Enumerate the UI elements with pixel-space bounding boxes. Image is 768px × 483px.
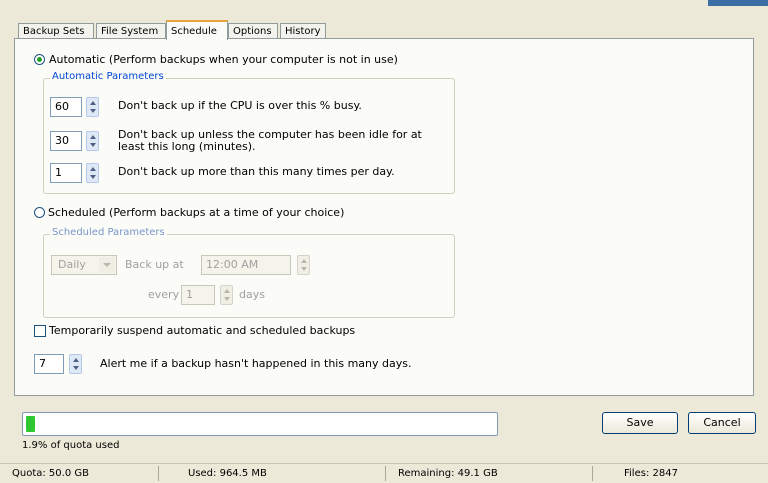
times-per-day-spin-buttons[interactable] (86, 163, 99, 183)
spin-down-icon (90, 143, 96, 147)
scheduled-parameters-title: Scheduled Parameters (50, 227, 167, 238)
spin-down-icon (224, 297, 230, 301)
backup-time-spin-buttons[interactable] (297, 255, 310, 275)
times-per-day-label: Don't back up more than this many times … (118, 165, 395, 178)
spin-up-icon (73, 358, 79, 362)
quota-progress-bar (22, 412, 498, 436)
days-label: days (239, 288, 265, 301)
status-bar: Quota: 50.0 GB Used: 964.5 MB Remaining:… (0, 463, 768, 483)
tab-schedule[interactable]: Schedule (166, 20, 228, 40)
scheduled-radio-label[interactable]: Scheduled (Perform backups at a time of … (48, 206, 344, 219)
status-divider (158, 466, 159, 481)
scheduled-radio[interactable] (34, 207, 45, 218)
spin-up-icon (90, 135, 96, 139)
frequency-select[interactable]: Daily (51, 255, 117, 275)
status-quota: Quota: 50.0 GB (12, 468, 89, 479)
suspend-backups-checkbox[interactable] (34, 325, 46, 337)
tab-file-system[interactable]: File System (96, 23, 166, 39)
every-days-spin-buttons[interactable] (220, 285, 233, 305)
automatic-radio-label[interactable]: Automatic (Perform backups when your com… (49, 53, 398, 66)
spin-up-icon (301, 259, 307, 263)
idle-minutes-spin-buttons[interactable] (86, 131, 99, 151)
status-divider (592, 466, 593, 481)
automatic-parameters-title: Automatic Parameters (50, 71, 166, 82)
spin-up-icon (90, 167, 96, 171)
alert-days-spin-buttons[interactable] (69, 354, 82, 374)
spin-down-icon (90, 109, 96, 113)
spin-down-icon (301, 267, 307, 271)
cpu-busy-label: Don't back up if the CPU is over this % … (118, 99, 362, 112)
quota-progress-fill (26, 416, 35, 432)
every-label: every (148, 288, 180, 301)
scheduled-parameters-group: Scheduled Parameters (43, 227, 455, 318)
spin-up-icon (90, 101, 96, 105)
title-bar-fragment (708, 0, 768, 6)
cpu-busy-spin-buttons[interactable] (86, 97, 99, 117)
chevron-down-icon (99, 257, 115, 273)
every-days-stepper[interactable]: 1 (181, 285, 215, 305)
spin-down-icon (90, 175, 96, 179)
status-used: Used: 964.5 MB (188, 468, 267, 479)
tab-options[interactable]: Options (228, 23, 278, 39)
window-top-strip (0, 0, 768, 14)
status-divider (385, 466, 386, 481)
schedule-panel: Automatic (Perform backups when your com… (14, 38, 754, 396)
idle-minutes-label-line2: least this long (minutes). (118, 140, 256, 153)
save-button[interactable]: Save (602, 412, 678, 434)
alert-days-stepper[interactable]: 7 (34, 354, 64, 374)
cpu-busy-stepper[interactable]: 60 (50, 97, 82, 117)
cancel-button[interactable]: Cancel (688, 412, 756, 434)
backup-time-field[interactable]: 12:00 AM (201, 255, 291, 275)
status-remaining: Remaining: 49.1 GB (398, 468, 498, 479)
alert-days-label: Alert me if a backup hasn't happened in … (100, 357, 412, 370)
suspend-backups-label[interactable]: Temporarily suspend automatic and schedu… (49, 324, 355, 337)
idle-minutes-stepper[interactable]: 30 (50, 131, 82, 151)
spin-down-icon (73, 366, 79, 370)
automatic-radio[interactable] (34, 54, 45, 65)
spin-up-icon (224, 289, 230, 293)
tab-backup-sets[interactable]: Backup Sets (18, 23, 94, 39)
times-per-day-stepper[interactable]: 1 (50, 163, 82, 183)
quota-used-label: 1.9% of quota used (22, 440, 120, 451)
status-files: Files: 2847 (624, 468, 678, 479)
backup-at-label: Back up at (125, 258, 184, 271)
tab-history[interactable]: History (280, 23, 326, 39)
frequency-select-value: Daily (58, 258, 86, 271)
